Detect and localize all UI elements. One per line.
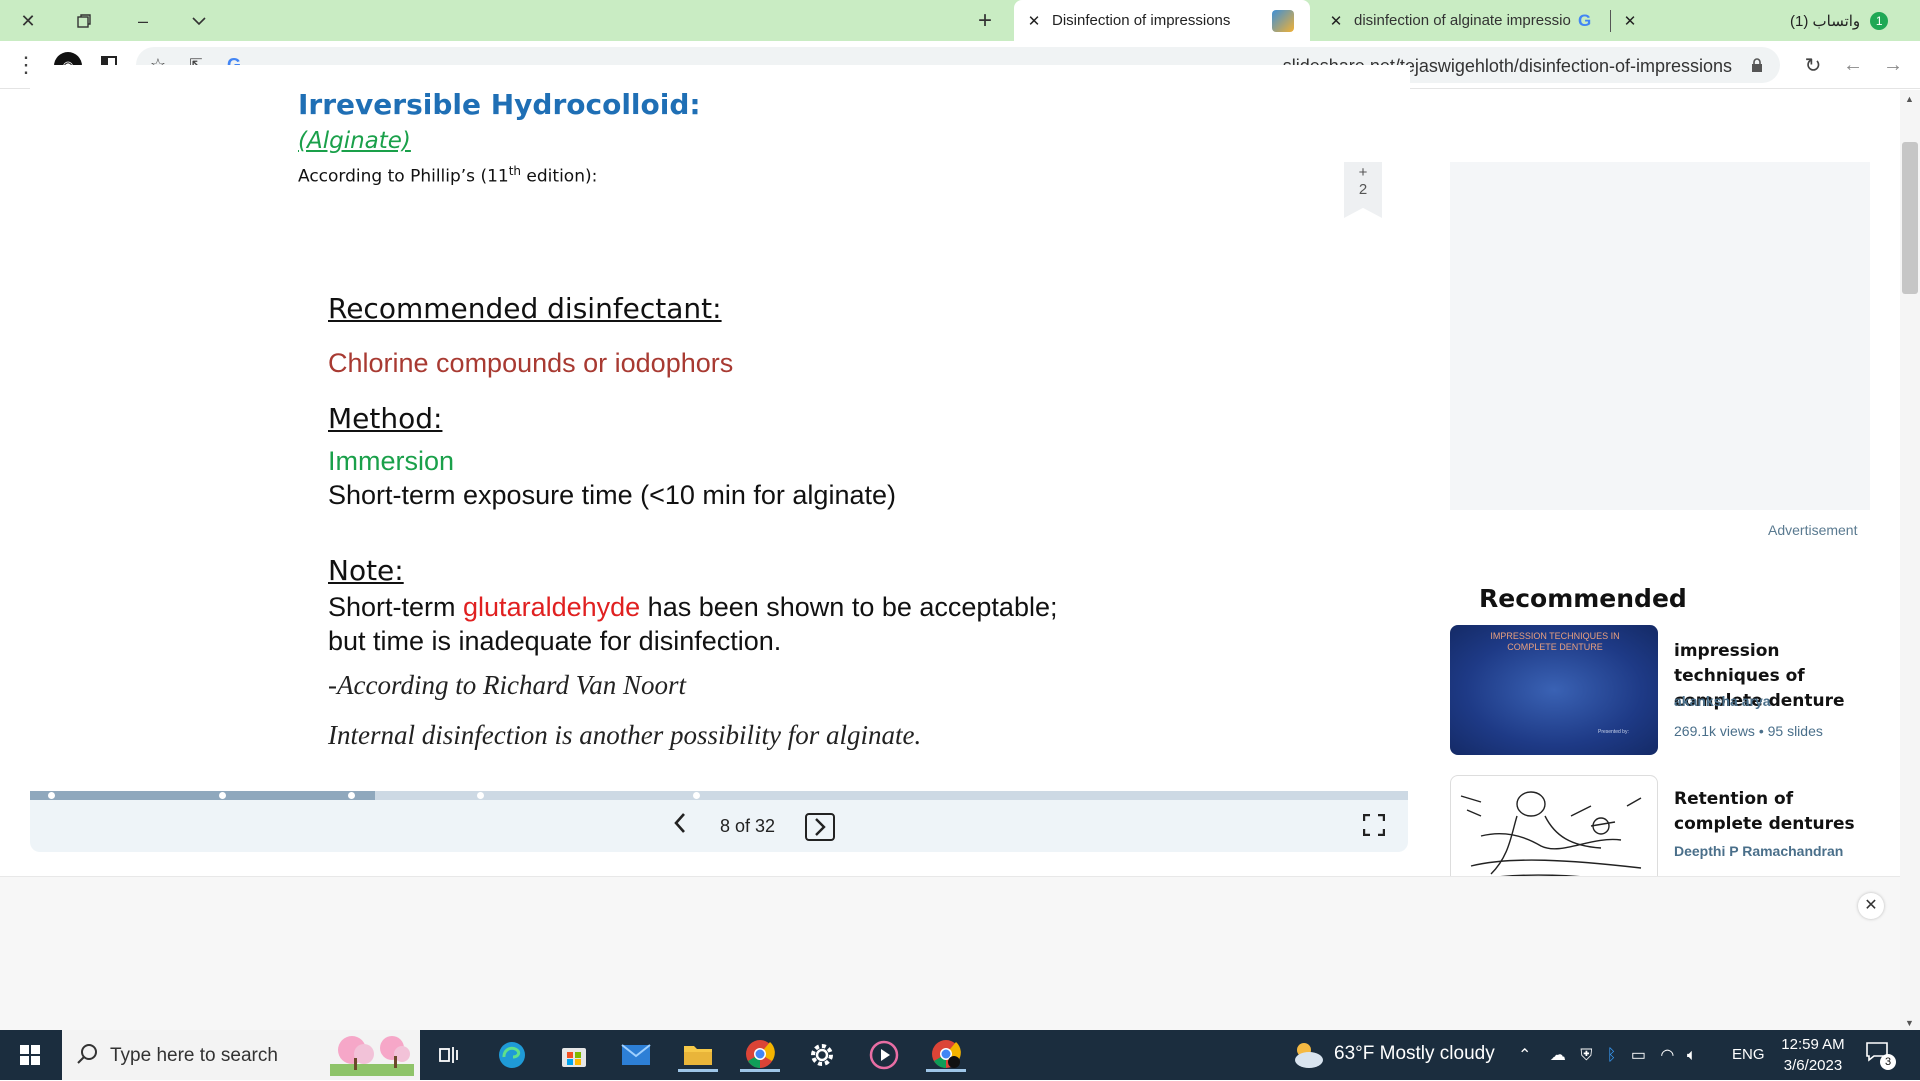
slide-title: Irreversible Hydrocolloid: <box>298 88 701 121</box>
back-icon[interactable]: ← <box>1840 52 1866 78</box>
close-ad-button[interactable]: ✕ <box>1858 893 1884 919</box>
slide-controls: 8 of 32 <box>30 800 1408 852</box>
scrollbar-thumb[interactable] <box>1902 142 1918 294</box>
progress-fill <box>30 791 375 800</box>
slide-counter: 8 of 32 <box>720 816 776 836</box>
bottom-ad-banner <box>0 876 1900 1030</box>
chrome-icon[interactable] <box>740 1038 780 1072</box>
battery-icon[interactable]: ▭ <box>1631 1047 1646 1064</box>
advertisement-label: Advertisement <box>1768 522 1858 538</box>
weather-text[interactable]: 63°F Mostly cloudy <box>1334 1043 1495 1065</box>
tab-alginate-search[interactable]: ✕ disinfection of alginate impressio G <box>1316 0 1616 41</box>
store-icon[interactable] <box>554 1038 594 1072</box>
tab-title: Disinfection of impressions <box>1052 12 1231 29</box>
slide-source: According to Phillip’s (11th edition): <box>298 164 598 187</box>
slide-progress-bar[interactable] <box>30 791 1408 800</box>
close-tab-icon[interactable]: ✕ <box>1326 12 1346 30</box>
tab-title: (1) واتساب <box>1790 12 1861 30</box>
tab-whatsapp[interactable]: (1) واتساب 1 <box>1790 0 1910 41</box>
notification-count: 3 <box>1880 1054 1896 1070</box>
thumbnail-caption: IMPRESSION TECHNIQUES IN COMPLETE DENTUR… <box>1490 631 1620 652</box>
security-icon[interactable]: ⛨ <box>1580 1047 1592 1064</box>
search-icon <box>76 1043 98 1070</box>
card-title[interactable]: Retention of complete dentures <box>1674 787 1870 837</box>
close-window-icon[interactable]: ✕ <box>13 6 43 36</box>
onedrive-icon[interactable]: ☁ <box>1550 1047 1566 1064</box>
close-tab-icon[interactable]: ✕ <box>1024 12 1044 30</box>
taskbar-search[interactable]: Type here to search <box>62 1030 420 1080</box>
tab-title: disinfection of alginate impressio <box>1354 12 1571 29</box>
plus-icon: + <box>1358 164 1368 181</box>
note-line-1: Short-term glutaraldehyde has been shown… <box>328 592 1058 622</box>
minimize-icon[interactable]: – <box>128 6 158 36</box>
bluetooth-icon[interactable]: ᛒ <box>1607 1047 1617 1064</box>
mail-icon[interactable] <box>616 1038 656 1072</box>
lock-icon[interactable] <box>1748 55 1766 75</box>
google-favicon: G <box>1578 10 1592 30</box>
weather-cloud-icon[interactable] <box>1290 1038 1324 1075</box>
next-slide-button[interactable] <box>805 813 835 841</box>
method-value: Immersion <box>328 446 455 476</box>
fullscreen-icon[interactable] <box>1362 813 1387 838</box>
progress-dot[interactable] <box>219 792 226 799</box>
progress-dot[interactable] <box>477 792 484 799</box>
volume-icon[interactable]: 🔈︎ <box>1687 1047 1697 1064</box>
clock[interactable]: 12:59 AM 3/6/2023 <box>1776 1034 1850 1076</box>
chevron-down-icon[interactable] <box>184 6 214 36</box>
note-line-2: but time is inadequate for disinfection. <box>328 626 782 656</box>
recommended-card[interactable]: Retention of complete dentures Deepthi P… <box>1450 775 1870 876</box>
recommended-heading: Recommended disinfectant: <box>328 292 722 325</box>
progress-dot[interactable] <box>48 792 55 799</box>
close-tab-icon[interactable]: ✕ <box>1620 0 1660 41</box>
bookmark-count: 2 <box>1358 181 1368 198</box>
new-tab-icon[interactable]: + <box>970 6 1000 36</box>
progress-dot[interactable] <box>693 792 700 799</box>
search-placeholder: Type here to search <box>110 1045 278 1066</box>
edge-icon[interactable] <box>492 1038 532 1072</box>
whatsapp-badge: 1 <box>1870 11 1889 30</box>
windows-start-icon[interactable] <box>0 1030 60 1080</box>
card-thumbnail[interactable]: IMPRESSION TECHNIQUES IN COMPLETE DENTUR… <box>1450 625 1658 755</box>
forward-icon[interactable]: → <box>1880 52 1906 78</box>
recommended-card[interactable]: IMPRESSION TECHNIQUES IN COMPLETE DENTUR… <box>1450 625 1870 755</box>
wifi-icon[interactable]: ◠ <box>1660 1047 1674 1064</box>
system-tray[interactable]: ⌃ ☁ ⛨ ᛒ ▭ ◠ 🔈︎ <box>1518 1045 1696 1065</box>
card-author[interactable]: Deepthi P Ramachandran <box>1674 843 1843 859</box>
recommended-value: Chlorine compounds or iodophors <box>328 348 734 378</box>
restore-icon[interactable] <box>69 6 99 36</box>
settings-icon[interactable] <box>802 1038 842 1072</box>
slideshare-favicon <box>1272 9 1294 32</box>
progress-dot[interactable] <box>348 792 355 799</box>
previous-slide-button[interactable] <box>668 812 692 840</box>
method-detail: Short-term exposure time (<10 min for al… <box>328 480 896 510</box>
card-author[interactable]: akanksha arya <box>1674 693 1771 709</box>
task-view-icon[interactable] <box>430 1038 470 1072</box>
windows-taskbar: Type here to search 63°F Mostly cloudy ⌃… <box>0 1030 1920 1080</box>
glutaraldehyde-highlight: glutaraldehyde <box>463 592 641 622</box>
file-explorer-icon[interactable] <box>678 1038 718 1072</box>
reload-icon[interactable]: ↻ <box>1800 52 1826 78</box>
chrome-profile-icon[interactable] <box>926 1038 966 1072</box>
card-thumbnail[interactable] <box>1450 775 1658 876</box>
quote-attribution: -According to Richard Van Noort <box>328 670 686 700</box>
media-player-icon[interactable] <box>864 1038 904 1072</box>
title-bar: ✕ – + ✕ Disinfection of impressions ✕ di… <box>0 0 1920 41</box>
slide-subtitle: (Alginate) <box>298 128 411 154</box>
closing-statement: Internal disinfection is another possibi… <box>328 720 922 750</box>
tab-disinfection-of-impressions[interactable]: ✕ Disinfection of impressions <box>1014 0 1310 41</box>
recommended-heading: Recommended <box>1479 584 1687 613</box>
notification-icon[interactable]: 3 <box>1866 1042 1896 1070</box>
advertisement-slot[interactable] <box>1450 162 1870 510</box>
clock-date: 3/6/2023 <box>1783 1057 1843 1074</box>
clock-time: 12:59 AM <box>1781 1036 1845 1053</box>
cherry-blossom-icon <box>330 1034 414 1076</box>
card-meta: 269.1k views • 95 slides <box>1674 723 1823 739</box>
note-heading: Note: <box>328 554 404 587</box>
language-indicator[interactable]: ENG <box>1732 1046 1765 1063</box>
tab-divider <box>1610 10 1611 32</box>
thumbnail-footer: Presented by: <box>1598 729 1629 735</box>
tray-chevron-icon[interactable]: ⌃ <box>1518 1047 1531 1064</box>
method-heading: Method: <box>328 402 443 435</box>
